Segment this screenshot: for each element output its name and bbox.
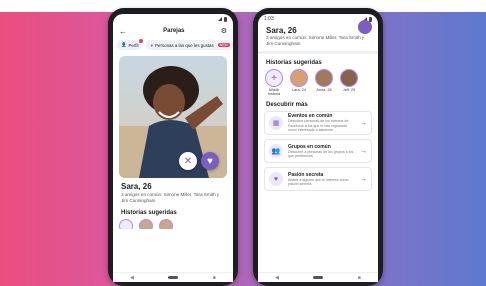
status-icons	[218, 16, 227, 22]
story-avatar[interactable]	[139, 219, 153, 229]
add-story-avatar[interactable]	[119, 219, 133, 229]
battery-icon	[224, 16, 227, 22]
arrow-right-icon: →	[360, 175, 367, 183]
stories-row-partial	[113, 219, 233, 229]
like-button-partial[interactable]	[358, 20, 372, 34]
phone-left: ← Parejas ⚙ 👤 Perfil ♥ Personas a las qu…	[108, 8, 238, 286]
heart-message-icon: ♥	[269, 172, 283, 186]
gradient-background	[0, 12, 486, 286]
like-button[interactable]: ♥	[201, 152, 219, 170]
new-badge: NEW	[217, 43, 230, 47]
avatar	[340, 69, 358, 87]
nav-recents-icon[interactable]: ■	[213, 275, 216, 281]
arrow-left-icon[interactable]: ←	[119, 27, 127, 36]
story-item-add[interactable]: + Añadir historia	[264, 69, 284, 96]
gear-icon[interactable]: ⚙	[221, 27, 227, 35]
status-time: 1:03	[264, 16, 274, 22]
story-label: Jeff, 25	[342, 88, 356, 92]
page-title: Parejas	[163, 28, 185, 34]
story-label: Lara, 24	[292, 88, 306, 92]
nav-back-icon[interactable]: ◀	[275, 275, 279, 281]
nav-recents-icon[interactable]: ■	[358, 275, 361, 281]
status-bar	[113, 14, 233, 24]
discover-card-secret-crush[interactable]: ♥ Pasión secreta Añade a alguien que te …	[264, 167, 372, 191]
discover-card-text: Pasión secreta Añade a alguien que te in…	[288, 172, 355, 187]
system-nav-bar: ◀ ■	[113, 272, 233, 282]
mutual-friends-text: 3 amigos en común: Simone Miller, Tara S…	[121, 192, 220, 203]
profile-name: Sara, 26	[121, 182, 152, 191]
avatar	[290, 69, 308, 87]
group-icon: 👥	[269, 144, 283, 158]
plus-icon: +	[265, 69, 283, 87]
signal-icon	[218, 17, 222, 21]
profile-chip[interactable]: 👤 Perfil	[117, 39, 144, 50]
mutual-friends-text: 3 amigos en común: Simone Miller, Tara S…	[266, 35, 365, 46]
screen-right: 1:03 Sara, 26 3 amigos en común: Simone …	[258, 14, 378, 282]
nav-back-icon[interactable]: ◀	[130, 275, 134, 281]
discover-more-heading: Descubrir más	[266, 102, 308, 108]
avatar	[315, 69, 333, 87]
story-item[interactable]: Lara, 24	[289, 69, 309, 96]
discover-card-text: Eventos en común Descubre personas de lo…	[288, 113, 355, 133]
suggested-stories-heading: Historias sugeridas	[121, 210, 177, 216]
person-icon: 👤	[121, 42, 127, 47]
profile-photo-card[interactable]: ✕ ♥	[119, 56, 227, 178]
nav-home-icon[interactable]	[313, 276, 324, 279]
top-white-strip	[0, 0, 486, 12]
discover-card-groups[interactable]: 👥 Grupos en común Descubre a personas de…	[264, 139, 372, 163]
calendar-icon: ▦	[269, 116, 283, 130]
likes-chip-label: Personas a las que les gustas	[155, 42, 214, 48]
app-bar: ← Parejas ⚙	[113, 24, 233, 38]
discover-card-desc: Descubre a personas de los grupos a los …	[288, 149, 354, 159]
story-label: Añadir historia	[267, 88, 281, 96]
discover-card-events[interactable]: ▦ Eventos en común Descubre personas de …	[264, 111, 372, 135]
system-nav-bar: ◀ ■	[258, 272, 378, 282]
discover-card-desc: Descubre personas de los eventos de Face…	[288, 119, 349, 133]
stories-row: + Añadir historia Lara, 24 Anna, 28 Jeff…	[258, 69, 378, 96]
story-item[interactable]: Jeff, 25	[339, 69, 359, 96]
nav-home-icon[interactable]	[168, 276, 179, 279]
dismiss-button[interactable]: ✕	[179, 152, 197, 170]
heart-icon: ♥	[150, 42, 154, 48]
story-avatar[interactable]	[159, 219, 173, 229]
discover-card-text: Grupos en común Descubre a personas de l…	[288, 144, 355, 159]
arrow-right-icon: →	[360, 147, 367, 155]
chip-row: 👤 Perfil ♥ Personas a las que les gustas…	[113, 38, 233, 52]
discover-card-desc: Añade a alguien que te interese como pas…	[288, 177, 349, 187]
arrow-right-icon: →	[360, 119, 367, 127]
suggested-stories-heading: Historias sugeridas	[266, 60, 322, 66]
profile-chip-label: Perfil	[128, 42, 139, 48]
notification-dot	[139, 39, 144, 43]
phone-right: 1:03 Sara, 26 3 amigos en común: Simone …	[253, 8, 383, 286]
profile-name: Sara, 26	[266, 26, 297, 35]
story-label: Anna, 28	[316, 88, 332, 92]
screen-left: ← Parejas ⚙ 👤 Perfil ♥ Personas a las qu…	[113, 14, 233, 282]
profile-header-card: Sara, 26 3 amigos en común: Simone Mille…	[258, 20, 378, 54]
likes-chip[interactable]: ♥ Personas a las que les gustas NEW	[146, 40, 233, 50]
story-item[interactable]: Anna, 28	[314, 69, 334, 96]
